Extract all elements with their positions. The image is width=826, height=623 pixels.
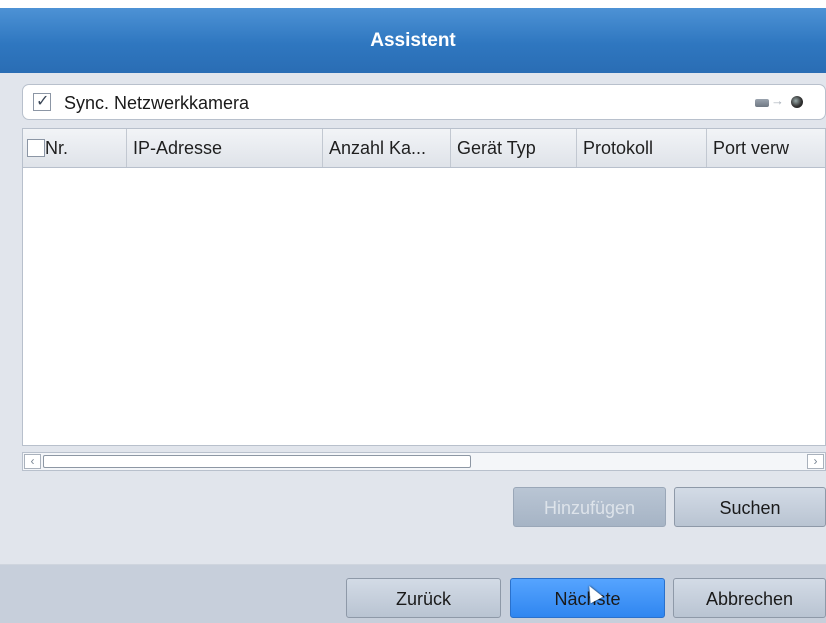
column-header-label: Nr. (45, 138, 69, 158)
camera-table: Nr. IP-Adresse Anzahl Ka... Gerät Typ Pr… (22, 128, 826, 446)
cancel-button[interactable]: Abbrechen (673, 578, 826, 618)
sync-checkbox[interactable]: ✓ (33, 93, 51, 111)
column-header-label: Gerät Typ (457, 138, 536, 158)
add-button[interactable]: Hinzufügen (513, 487, 666, 527)
select-all-checkbox[interactable] (27, 139, 45, 157)
wizard-dialog: Assistent ✓ Sync. Netzwerkkamera → Nr. I… (0, 0, 826, 623)
column-header-camera-count[interactable]: Anzahl Ka... (323, 129, 451, 167)
column-header-label: Anzahl Ka... (329, 138, 427, 158)
column-header-ip[interactable]: IP-Adresse (127, 129, 323, 167)
search-button[interactable]: Suchen (674, 487, 826, 527)
column-header-device-type[interactable]: Gerät Typ (451, 129, 577, 167)
table-header: Nr. IP-Adresse Anzahl Ka... Gerät Typ Pr… (23, 129, 825, 168)
column-header-label: Port verw (713, 138, 790, 158)
sync-label: Sync. Netzwerkkamera (64, 93, 250, 113)
scroll-left-button[interactable]: ‹ (24, 454, 41, 469)
sync-network-camera-bar: ✓ Sync. Netzwerkkamera → (22, 84, 826, 120)
column-header-nr[interactable]: Nr. (23, 129, 127, 167)
chevron-right-icon: › (813, 454, 818, 468)
scrollbar-thumb[interactable] (43, 455, 471, 468)
column-header-protocol[interactable]: Protokoll (577, 129, 707, 167)
scroll-right-button[interactable]: › (807, 454, 824, 469)
chevron-left-icon: ‹ (30, 454, 35, 468)
dialog-title: Assistent (0, 8, 826, 73)
arrow-right-icon: → (771, 93, 784, 108)
camera-icon (791, 96, 803, 108)
column-header-port[interactable]: Port verw (707, 129, 825, 167)
column-header-label: Protokoll (583, 138, 654, 158)
back-button[interactable]: Zurück (346, 578, 501, 618)
hdd-icon (755, 99, 769, 107)
horizontal-scrollbar[interactable]: ‹ › (22, 452, 826, 471)
column-header-label: IP-Adresse (133, 138, 223, 158)
checkmark-icon: ✓ (36, 93, 50, 110)
